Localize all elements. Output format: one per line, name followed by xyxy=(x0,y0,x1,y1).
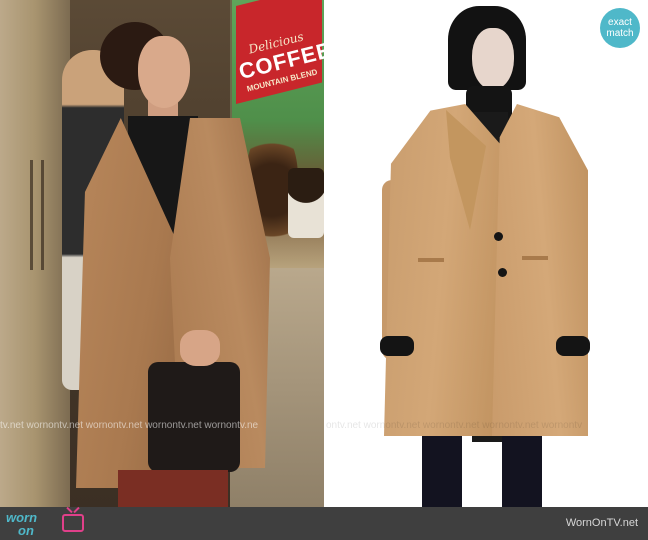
model-face xyxy=(472,28,514,90)
coat-pocket-flap xyxy=(522,256,548,260)
clasped-hands xyxy=(180,330,220,366)
red-boots xyxy=(118,470,228,507)
coat-button xyxy=(498,268,507,277)
watermark-left: tv.net wornontv.net wornontv.net wornont… xyxy=(0,420,259,431)
footer-bar: worn on WornOnTV.net xyxy=(0,507,648,540)
watermark-right: ontv.net wornontv.net wornontv.net worno… xyxy=(326,420,583,431)
left-photo-tv-still: Delicious COFFEE MOUNTAIN BLEND tv.net w… xyxy=(0,0,324,507)
exact-match-badge: exact match xyxy=(600,8,640,48)
site-name[interactable]: WornOnTV.net xyxy=(566,517,638,529)
trouser-leg-right xyxy=(502,436,542,507)
sleeve-cuff-left xyxy=(380,336,414,356)
woman-face xyxy=(138,36,190,108)
coat-pocket-flap xyxy=(418,258,444,262)
right-photo-product: ontv.net wornontv.net wornontv.net worno… xyxy=(326,0,648,507)
coat-button xyxy=(494,232,503,241)
badge-line-2: match xyxy=(606,28,634,39)
trouser-leg-left xyxy=(422,436,462,507)
logo-word-on: on xyxy=(18,523,34,538)
black-handbag xyxy=(148,362,240,472)
sleeve-cuff-right xyxy=(556,336,590,356)
badge-line-1: exact xyxy=(608,17,632,28)
poster-coffee-cup xyxy=(288,168,324,238)
door-hinge xyxy=(30,160,44,270)
tv-icon xyxy=(62,514,84,532)
wornontv-logo[interactable]: worn on xyxy=(6,510,86,538)
